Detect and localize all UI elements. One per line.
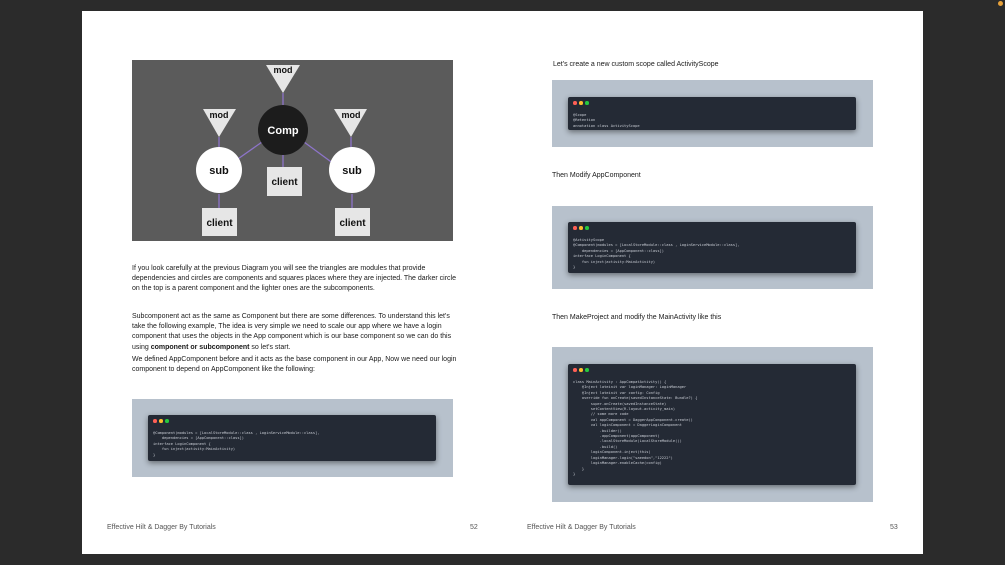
book-spread: mod mod mod Comp sub sub client client c… (82, 11, 923, 554)
label-sub-left: sub (209, 165, 229, 177)
label-client-left: client (206, 218, 233, 229)
label-client-right: client (339, 218, 366, 229)
page-left: mod mod mod Comp sub sub client client c… (82, 11, 502, 554)
maximize-dot-icon (585, 226, 589, 230)
close-dot-icon (573, 101, 577, 105)
page-right: Let's create a new custom scope called A… (502, 11, 923, 554)
window-controls (573, 101, 589, 105)
code-window: @Component(modules = [LocalStoreModule::… (148, 415, 436, 461)
maximize-dot-icon (585, 101, 589, 105)
footer-page-number: 52 (470, 524, 478, 531)
window-indicator-dot (998, 1, 1003, 6)
code-activity-scope: @Scope @Retention annotation class Activ… (573, 113, 640, 128)
caption-modify-mainactivity: Then MakeProject and modify the MainActi… (552, 314, 722, 321)
code-scoped-login-component: @ActivityScope @Component(modules = [Loc… (573, 238, 740, 270)
minimize-dot-icon (159, 419, 163, 423)
label-comp: Comp (267, 125, 298, 137)
code-main-activity: class MainActivity : AppCompatActivity()… (573, 380, 698, 476)
code-snippet-frame-login-component: @Component(modules = [LocalStoreModule::… (132, 399, 453, 477)
minimize-dot-icon (579, 226, 583, 230)
code-window: @ActivityScope @Component(modules = [Loc… (568, 222, 856, 273)
label-mod-right: mod (342, 110, 361, 120)
label-client-center: client (271, 177, 298, 188)
footer-book-title: Effective Hilt & Dagger By Tutorials (527, 524, 636, 531)
paragraph-subcomponent-tail: so let's start. (249, 343, 291, 351)
maximize-dot-icon (165, 419, 169, 423)
window-controls (153, 419, 169, 423)
window-controls (573, 368, 589, 372)
close-dot-icon (573, 368, 577, 372)
maximize-dot-icon (585, 368, 589, 372)
code-window: class MainActivity : AppCompatActivity()… (568, 364, 856, 485)
code-snippet-frame-activity-scope: @Scope @Retention annotation class Activ… (552, 80, 873, 147)
label-mod-left: mod (210, 110, 229, 120)
code-window: @Scope @Retention annotation class Activ… (568, 97, 856, 130)
paragraph-diagram-explanation: If you look carefully at the previous Di… (132, 265, 456, 293)
minimize-dot-icon (579, 101, 583, 105)
footer-book-title: Effective Hilt & Dagger By Tutorials (107, 524, 216, 531)
code-snippet-frame-main-activity: class MainActivity : AppCompatActivity()… (552, 347, 873, 502)
close-dot-icon (153, 419, 157, 423)
close-dot-icon (573, 226, 577, 230)
paragraph-appcomponent: We defined AppComponent before and it ac… (132, 356, 457, 374)
footer-page-number: 53 (890, 524, 898, 531)
paragraph-subcomponent-bold: component or subcomponent (150, 343, 250, 351)
code-login-component: @Component(modules = [LocalStoreModule::… (153, 431, 320, 457)
minimize-dot-icon (579, 368, 583, 372)
label-sub-right: sub (342, 165, 362, 177)
label-mod-top: mod (274, 65, 293, 75)
paragraph-subcomponent: Subcomponent act as the same as Componen… (132, 312, 457, 353)
window-controls (573, 226, 589, 230)
code-snippet-frame-scoped-component: @ActivityScope @Component(modules = [Loc… (552, 206, 873, 289)
component-diagram: mod mod mod Comp sub sub client client c… (132, 60, 453, 241)
caption-modify-appcomponent: Then Modify AppComponent (552, 172, 641, 179)
caption-create-scope: Let's create a new custom scope called A… (553, 61, 719, 68)
